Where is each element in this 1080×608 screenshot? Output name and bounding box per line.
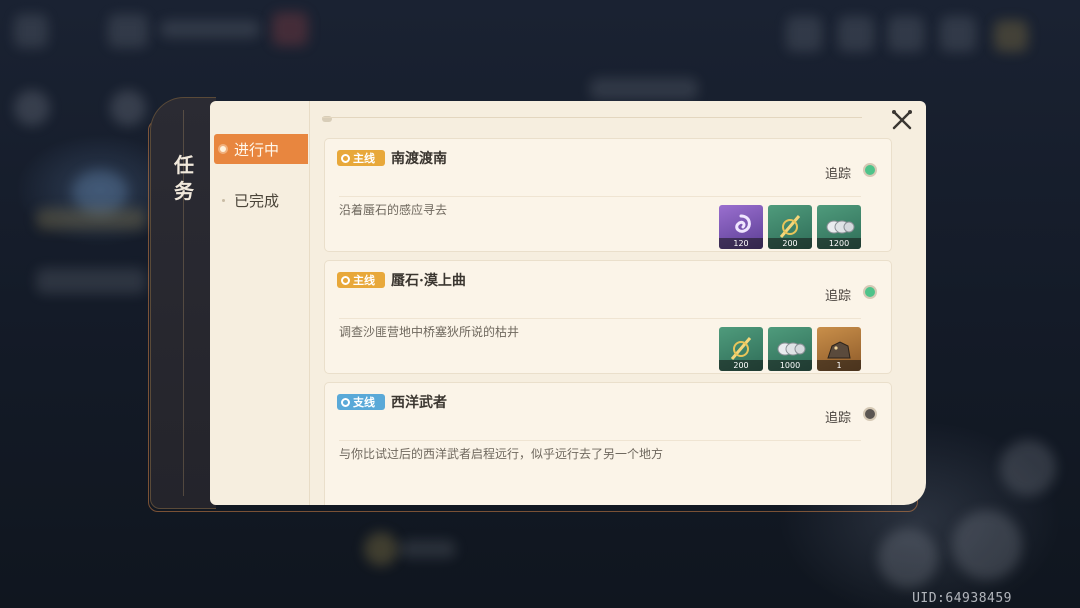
- card-divider: [339, 318, 861, 319]
- quest-type-badge: 主线: [337, 272, 385, 288]
- tab-indicator-dot: [222, 198, 225, 202]
- quest-type-icon: [341, 397, 350, 407]
- header-divider: [322, 117, 862, 121]
- bg-hud-blur: [160, 20, 260, 38]
- quest-description: 调查沙匪营地中桥塞狄所说的枯井: [339, 325, 520, 339]
- bg-hud-blur: [36, 268, 146, 294]
- bg-hud-blur: [1000, 440, 1056, 496]
- quest-card[interactable]: 主线 蜃石·漠上曲 追踪 调查沙匪营地中桥塞狄所说的枯井 200 1000 1: [324, 260, 892, 374]
- bg-hud-blur: [400, 540, 456, 558]
- reward-item[interactable]: 1200: [817, 205, 861, 249]
- quest-title: 南渡渡南: [391, 151, 447, 167]
- bg-hud-blur: [364, 532, 398, 566]
- bg-hud-blur: [108, 14, 148, 48]
- track-label: 追踪: [824, 289, 851, 304]
- quest-type-label: 支线: [353, 396, 375, 409]
- reward-list: 200 1000 1: [719, 327, 861, 371]
- quest-title: 蜃石·漠上曲: [391, 273, 466, 289]
- bg-hud-blur: [272, 12, 308, 46]
- bg-hud-blur: [14, 14, 48, 48]
- quest-type-label: 主线: [353, 274, 375, 287]
- track-toggle[interactable]: [863, 407, 877, 421]
- tab-column: 进行中 已完成: [210, 101, 310, 505]
- quest-type-badge: 主线: [337, 150, 385, 166]
- quest-card[interactable]: 主线 南渡渡南 追踪 沿着蜃石的感应寻去 120 200 1200: [324, 138, 892, 252]
- reward-item[interactable]: 200: [719, 327, 763, 371]
- reward-item[interactable]: 120: [719, 205, 763, 249]
- tab-indicator-dot: [220, 146, 226, 152]
- reward-qty: 1: [817, 360, 861, 371]
- reward-qty: 200: [768, 238, 812, 249]
- reward-item[interactable]: 1000: [768, 327, 812, 371]
- close-icon: [892, 110, 912, 130]
- reward-qty: 1200: [817, 238, 861, 249]
- quest-description: 与你比试过后的西洋武者启程远行，似乎远行去了另一个地方: [339, 447, 664, 461]
- card-divider: [339, 196, 861, 197]
- player-uid: UID:64938459: [912, 591, 1012, 606]
- quest-type-icon: [341, 153, 350, 163]
- tab-completed[interactable]: 已完成: [214, 185, 308, 215]
- track-toggle[interactable]: [863, 163, 877, 177]
- quest-card[interactable]: 支线 西洋武者 追踪 与你比试过后的西洋武者启程远行，似乎远行去了另一个地方: [324, 382, 892, 505]
- bg-hud-blur: [940, 16, 976, 52]
- reward-qty: 1000: [768, 360, 812, 371]
- bg-hud-blur: [110, 90, 146, 126]
- bg-hud-blur: [888, 16, 924, 52]
- bg-hud-blur: [838, 16, 874, 52]
- tab-in-progress[interactable]: 进行中: [214, 134, 308, 164]
- tab-label: 进行中: [234, 140, 280, 159]
- quest-description: 沿着蜃石的感应寻去: [339, 203, 448, 217]
- quest-type-label: 主线: [353, 152, 375, 165]
- reward-qty: 120: [719, 238, 763, 249]
- card-divider: [339, 440, 861, 441]
- bg-hud-blur: [14, 90, 50, 126]
- bg-hud-blur: [952, 510, 1022, 580]
- bg-hud-blur: [994, 20, 1028, 52]
- bg-hud-blur: [786, 16, 822, 52]
- close-button[interactable]: [890, 108, 914, 132]
- page-title: 任务: [174, 153, 194, 203]
- track-toggle[interactable]: [863, 285, 877, 299]
- bg-hud-blur: [36, 208, 146, 230]
- reward-item[interactable]: 1: [817, 327, 861, 371]
- bg-hud-blur: [878, 528, 938, 588]
- quest-type-icon: [341, 275, 350, 285]
- reward-list: 120 200 1200: [719, 205, 861, 249]
- reward-item[interactable]: 200: [768, 205, 812, 249]
- quest-type-badge: 支线: [337, 394, 385, 410]
- reward-qty: 200: [719, 360, 763, 371]
- tab-label: 已完成: [234, 191, 280, 210]
- quest-list[interactable]: 主线 南渡渡南 追踪 沿着蜃石的感应寻去 120 200 1200 主线 蜃石·…: [324, 138, 892, 505]
- track-label: 追踪: [824, 411, 851, 426]
- quest-title: 西洋武者: [391, 395, 447, 411]
- quest-panel: 进行中 已完成 主线 南渡渡南 追踪 沿着蜃石的感应寻去 120 200 120…: [210, 101, 926, 505]
- track-label: 追踪: [824, 167, 851, 182]
- bg-hud-blur: [590, 78, 698, 100]
